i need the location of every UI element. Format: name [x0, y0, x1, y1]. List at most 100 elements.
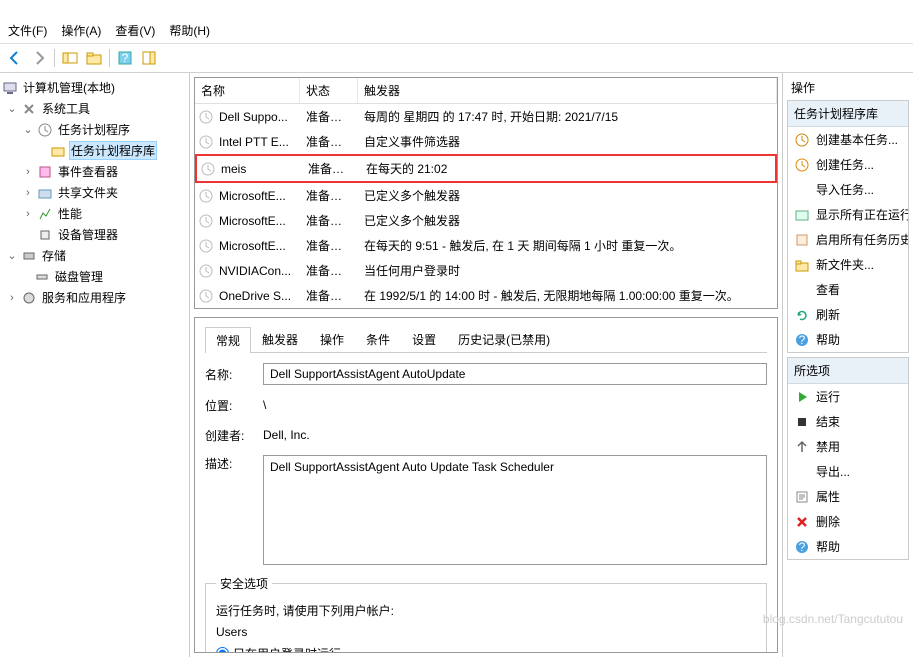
- tree-disk-management[interactable]: 磁盘管理: [53, 267, 105, 286]
- tree-root[interactable]: 计算机管理(本地): [21, 78, 117, 97]
- action-导入任务...[interactable]: 导入任务...: [788, 177, 908, 202]
- input-description[interactable]: Dell SupportAssistAgent Auto Update Task…: [263, 455, 767, 565]
- menu-help[interactable]: 帮助(H): [169, 22, 210, 39]
- back-icon[interactable]: [4, 47, 26, 69]
- action-pane-icon[interactable]: [138, 47, 160, 69]
- task-trigger: 当任何用户登录时: [358, 260, 777, 281]
- action-结束[interactable]: 结束: [788, 409, 908, 434]
- tab-actions[interactable]: 操作: [309, 326, 355, 352]
- action-label: 属性: [816, 488, 840, 505]
- task-name: Intel PTT E...: [213, 133, 300, 151]
- svg-text:?: ?: [799, 540, 806, 554]
- enable-history-icon: [794, 232, 810, 248]
- computer-icon: [2, 80, 18, 96]
- tree-services-apps[interactable]: 服务和应用程序: [40, 288, 128, 307]
- menu-view[interactable]: 查看(V): [115, 22, 155, 39]
- tree-device-manager[interactable]: 设备管理器: [56, 225, 120, 244]
- tree-twisty[interactable]: ›: [6, 292, 18, 304]
- services-icon: [21, 290, 37, 306]
- refresh-icon: [794, 307, 810, 323]
- action-查看[interactable]: 查看: [788, 277, 908, 302]
- radio-logged-on[interactable]: [216, 647, 229, 653]
- blank-icon: [794, 182, 810, 198]
- action-创建任务...[interactable]: 创建任务...: [788, 152, 908, 177]
- task-row[interactable]: NVIDIACon... 准备就绪 当任何用户登录时: [195, 258, 777, 283]
- task-list-header: 名称 状态 触发器: [195, 78, 777, 104]
- forward-icon[interactable]: [28, 47, 50, 69]
- action-导出...[interactable]: 导出...: [788, 459, 908, 484]
- action-创建基本任务...[interactable]: 创建基本任务...: [788, 127, 908, 152]
- task-list[interactable]: 名称 状态 触发器 Dell Suppo... 准备就绪 每周的 星期四 的 1…: [194, 77, 778, 309]
- tab-history[interactable]: 历史记录(已禁用): [447, 326, 561, 352]
- action-新文件夹...[interactable]: 新文件夹...: [788, 252, 908, 277]
- tree-task-scheduler[interactable]: 任务计划程序: [56, 120, 132, 139]
- actions-group-selected: 所选项: [788, 358, 908, 384]
- menu-file[interactable]: 文件(F): [8, 22, 47, 39]
- action-刷新[interactable]: 刷新: [788, 302, 908, 327]
- col-trigger[interactable]: 触发器: [358, 78, 777, 103]
- label-author: 创建者:: [205, 427, 253, 444]
- tab-triggers[interactable]: 触发器: [251, 326, 309, 352]
- col-status[interactable]: 状态: [300, 78, 358, 103]
- action-label: 创建基本任务...: [816, 131, 898, 148]
- task-row[interactable]: Dell Suppo... 准备就绪 每周的 星期四 的 17:47 时, 开始…: [195, 104, 777, 129]
- tree-twisty[interactable]: ›: [22, 208, 34, 220]
- menu-action[interactable]: 操作(A): [61, 22, 101, 39]
- tab-settings[interactable]: 设置: [401, 326, 447, 352]
- tab-conditions[interactable]: 条件: [355, 326, 401, 352]
- action-禁用[interactable]: 禁用: [788, 434, 908, 459]
- detail-tabs: 常规 触发器 操作 条件 设置 历史记录(已禁用): [205, 326, 767, 353]
- task-details: 常规 触发器 操作 条件 设置 历史记录(已禁用) 名称: 位置: \ 创建者:…: [194, 317, 778, 653]
- action-运行[interactable]: 运行: [788, 384, 908, 409]
- tree-twisty[interactable]: ›: [22, 166, 34, 178]
- action-label: 结束: [816, 413, 840, 430]
- action-属性[interactable]: 属性: [788, 484, 908, 509]
- tree-task-library[interactable]: 任务计划程序库: [69, 141, 157, 160]
- navigation-tree[interactable]: 计算机管理(本地) ⌄ 系统工具 ⌄ 任务计划程序 任务计划程序库 › 事件查看器 ›…: [0, 73, 190, 657]
- task-row[interactable]: MicrosoftE... 准备就绪 在每天的 9:51 - 触发后, 在 1 …: [195, 233, 777, 258]
- action-删除[interactable]: 删除: [788, 509, 908, 534]
- action-label: 刷新: [816, 306, 840, 323]
- task-row[interactable]: MicrosoftE... 准备就绪 已定义多个触发器: [195, 183, 777, 208]
- tree-event-viewer[interactable]: 事件查看器: [56, 162, 120, 181]
- action-帮助[interactable]: ?帮助: [788, 327, 908, 352]
- tree-shared-folders[interactable]: 共享文件夹: [56, 183, 120, 202]
- folder-icon: [794, 257, 810, 273]
- event-viewer-icon: [37, 164, 53, 180]
- tree-performance[interactable]: 性能: [56, 204, 84, 223]
- task-row[interactable]: MicrosoftE... 准备就绪 已定义多个触发器: [195, 208, 777, 233]
- input-name[interactable]: [263, 363, 767, 385]
- tree-twisty[interactable]: ⌄: [6, 102, 18, 115]
- tree-storage[interactable]: 存储: [40, 246, 68, 265]
- task-row[interactable]: Intel PTT E... 准备就绪 自定义事件筛选器: [195, 129, 777, 154]
- action-label: 删除: [816, 513, 840, 530]
- action-帮助[interactable]: ?帮助: [788, 534, 908, 559]
- action-启用所有任务历史[interactable]: 启用所有任务历史: [788, 227, 908, 252]
- tree-twisty[interactable]: ⌄: [6, 249, 18, 262]
- tree-twisty[interactable]: ⌄: [22, 123, 34, 136]
- task-name: Dell Suppo...: [213, 108, 300, 126]
- menubar: 文件(F) 操作(A) 查看(V) 帮助(H): [0, 18, 913, 44]
- clock-icon: [199, 189, 213, 203]
- task-name: MicrosoftE...: [213, 237, 300, 255]
- actions-pane: 操作 任务计划程序库 创建基本任务...创建任务...导入任务...显示所有正在…: [783, 73, 913, 657]
- security-options: 安全选项 运行任务时, 请使用下列用户帐户: Users 只在用户登录时运行: [205, 575, 767, 653]
- tree-twisty[interactable]: ›: [22, 187, 34, 199]
- action-label: 导入任务...: [816, 181, 874, 198]
- help-icon: ?: [794, 539, 810, 555]
- action-label: 导出...: [816, 463, 850, 480]
- action-显示所有正在运行[interactable]: 显示所有正在运行: [788, 202, 908, 227]
- task-status: 准备就绪: [300, 185, 358, 206]
- help-icon[interactable]: ?: [114, 47, 136, 69]
- tab-general[interactable]: 常规: [205, 327, 251, 353]
- create-icon: [794, 157, 810, 173]
- label-name: 名称:: [205, 366, 253, 383]
- task-row[interactable]: meis 准备就绪 在每天的 21:02: [195, 154, 777, 183]
- explorer-icon[interactable]: [59, 47, 81, 69]
- label-description: 描述:: [205, 455, 253, 472]
- task-row[interactable]: OneDrive S... 准备就绪 在 1992/5/1 的 14:00 时 …: [195, 283, 777, 308]
- folder-icon[interactable]: [83, 47, 105, 69]
- tree-system-tools[interactable]: 系统工具: [40, 99, 92, 118]
- action-label: 运行: [816, 388, 840, 405]
- col-name[interactable]: 名称: [195, 78, 300, 103]
